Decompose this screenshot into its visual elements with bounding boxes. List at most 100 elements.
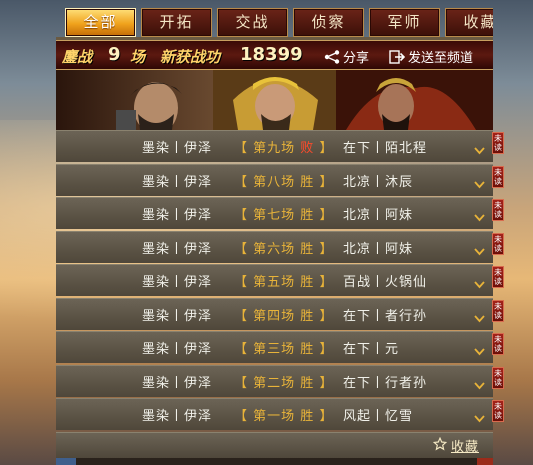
general-portrait-3 <box>336 70 493 130</box>
match-result: 胜 <box>300 241 315 257</box>
chevron-down-icon[interactable] <box>474 341 485 360</box>
own-players: 墨染丨伊泽 <box>142 308 213 324</box>
opponent-players: 北凉丨阿妹 <box>343 208 414 223</box>
battle-summary-header: 鏖战 9 场 新获战功 18399 分享 发送至频道 <box>56 40 493 70</box>
chevron-down-icon[interactable] <box>474 174 485 193</box>
send-to-channel-button[interactable]: 发送至频道 <box>389 47 473 66</box>
chevron-down-icon[interactable] <box>474 140 485 159</box>
own-players: 墨染丨伊泽 <box>142 208 213 223</box>
match-result: 胜 <box>300 409 315 424</box>
merit-value: 18399 <box>240 44 303 65</box>
opponent-players: 在下丨行者孙 <box>343 375 428 391</box>
share-button[interactable]: 分享 <box>324 47 369 66</box>
favorite-label: 收藏 <box>450 440 479 455</box>
opponent-players: 北凉丨沐辰 <box>343 174 414 190</box>
tab-bar: 全部 开拓 交战 侦察 军师 收藏 <box>56 0 493 40</box>
own-players: 墨染丨伊泽 <box>142 241 213 257</box>
unread-badge: 未读 <box>492 266 504 288</box>
tab-battle[interactable]: 交战 <box>217 8 288 37</box>
chevron-down-icon[interactable] <box>474 207 485 226</box>
match-label: 【 第九场 败 】 <box>234 141 334 156</box>
opponent-players: 百战丨火锅仙 <box>343 275 428 290</box>
tab-expand[interactable]: 开拓 <box>141 8 212 37</box>
battle-record-row[interactable]: 墨染丨伊泽 【 第七场 胜 】北凉丨阿妹 <box>56 197 493 229</box>
tab-favorites[interactable]: 收藏 <box>445 8 493 37</box>
battle-record-row[interactable]: 墨染丨伊泽 【 第三场 胜 】在下丨元 <box>56 331 493 363</box>
chevron-down-icon[interactable] <box>474 241 485 260</box>
match-label: 【 第七场 胜 】 <box>234 208 334 223</box>
match-label: 【 第八场 胜 】 <box>234 174 334 190</box>
match-number: 第九场 <box>253 141 296 156</box>
unread-badge: 未读 <box>492 165 504 188</box>
tab-all[interactable]: 全部 <box>65 8 136 37</box>
battle-record-row[interactable]: 墨染丨伊泽 【 第五场 胜 】百战丨火锅仙 <box>56 264 493 296</box>
match-result: 胜 <box>300 275 315 290</box>
own-players: 墨染丨伊泽 <box>142 375 213 391</box>
share-label: 分享 <box>343 51 370 66</box>
own-players: 墨染丨伊泽 <box>142 141 213 156</box>
send-to-channel-icon <box>389 49 405 64</box>
merit-label: 新获战功 <box>160 48 221 66</box>
tab-strategist[interactable]: 军师 <box>369 8 440 37</box>
chevron-down-icon[interactable] <box>474 375 485 394</box>
battle-count: 9 <box>108 44 121 65</box>
match-number: 第二场 <box>253 375 296 391</box>
own-players: 墨染丨伊泽 <box>142 409 213 424</box>
match-result: 败 <box>300 141 315 156</box>
match-number: 第五场 <box>253 275 296 290</box>
match-result: 胜 <box>300 174 315 190</box>
unread-badge: 未读 <box>492 333 504 355</box>
match-label: 【 第四场 胜 】 <box>234 308 334 324</box>
match-number: 第六场 <box>253 241 296 257</box>
general-portrait-1 <box>56 70 216 130</box>
battle-record-row[interactable]: 墨染丨伊泽 【 第八场 胜 】北凉丨沐辰 <box>56 163 493 196</box>
bottom-left-decoration <box>56 458 76 465</box>
own-players: 墨染丨伊泽 <box>142 275 213 290</box>
match-result: 胜 <box>300 375 315 391</box>
match-number: 第八场 <box>253 174 296 190</box>
send-to-channel-label: 发送至频道 <box>408 51 474 66</box>
opponent-players: 在下丨元 <box>343 342 400 357</box>
battle-suffix: 场 <box>130 48 146 66</box>
match-number: 第四场 <box>253 308 296 324</box>
list-footer: 收藏 <box>56 432 493 458</box>
unread-badge: 未读 <box>492 400 504 422</box>
battle-prefix: 鏖战 <box>62 48 93 66</box>
opponent-players: 在下丨陌北程 <box>343 141 428 156</box>
tab-scout[interactable]: 侦察 <box>293 8 364 37</box>
battle-record-row[interactable]: 墨染丨伊泽 【 第二场 胜 】在下丨行者孙 <box>56 364 493 397</box>
match-label: 【 第五场 胜 】 <box>234 275 334 290</box>
unread-badge: 未读 <box>492 199 504 221</box>
unread-badge: 未读 <box>492 132 504 154</box>
bottom-right-decoration <box>477 458 493 465</box>
opponent-players: 北凉丨阿妹 <box>343 241 414 257</box>
match-label: 【 第二场 胜 】 <box>234 375 334 391</box>
general-portraits <box>56 70 493 130</box>
chevron-down-icon[interactable] <box>474 274 485 293</box>
opponent-players: 风起丨忆雪 <box>343 409 414 424</box>
chevron-down-icon[interactable] <box>474 308 485 327</box>
match-label: 【 第六场 胜 】 <box>234 241 334 257</box>
match-number: 第七场 <box>253 208 296 223</box>
battle-record-row[interactable]: 墨染丨伊泽 【 第四场 胜 】在下丨者行孙 <box>56 297 493 330</box>
unread-badge: 未读 <box>492 232 504 255</box>
battle-record-row[interactable]: 墨染丨伊泽 【 第六场 胜 】北凉丨阿妹 <box>56 230 493 263</box>
general-portrait-2 <box>213 70 338 130</box>
battle-record-row[interactable]: 墨染丨伊泽 【 第一场 胜 】风起丨忆雪 <box>56 398 493 430</box>
match-number: 第一场 <box>253 409 296 424</box>
favorite-button[interactable]: 收藏 <box>432 436 479 455</box>
battle-record-list: 墨染丨伊泽【 第九场 败 】在下丨陌北程 墨染丨伊泽【 第八场 胜 】北凉丨沐辰墨… <box>56 130 493 432</box>
match-label: 【 第一场 胜 】 <box>234 409 334 424</box>
battle-record-row[interactable]: 墨染丨伊泽 【 第九场 败 】在下丨陌北程 <box>56 130 493 162</box>
match-label: 【 第三场 胜 】 <box>234 342 334 357</box>
unread-badge: 未读 <box>492 299 504 322</box>
chevron-down-icon[interactable] <box>474 408 485 427</box>
match-result: 胜 <box>300 308 315 324</box>
unread-badge: 未读 <box>492 366 504 389</box>
own-players: 墨染丨伊泽 <box>142 174 213 190</box>
match-result: 胜 <box>300 208 315 223</box>
own-players: 墨染丨伊泽 <box>142 342 213 357</box>
star-outline-icon <box>432 436 448 455</box>
opponent-players: 在下丨者行孙 <box>343 308 428 324</box>
match-number: 第三场 <box>253 342 296 357</box>
